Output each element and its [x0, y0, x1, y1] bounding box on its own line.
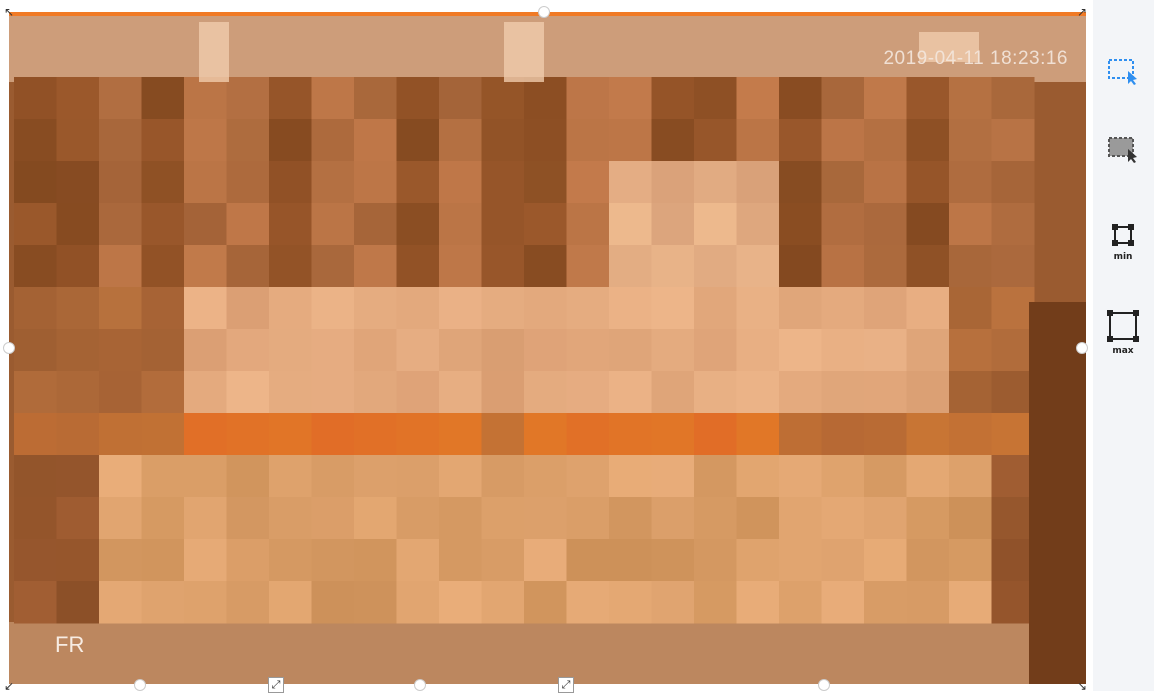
resize-handle-top[interactable]	[538, 6, 550, 18]
draw-region-button[interactable]	[1101, 46, 1145, 98]
video-preview[interactable]: 2019-04-11 18:23:16 FR	[9, 12, 1086, 684]
min-box-icon	[1110, 223, 1136, 254]
resize-handle-right[interactable]	[1076, 342, 1088, 354]
resize-handle-bottom-3[interactable]	[818, 679, 830, 691]
max-label: max	[1112, 345, 1134, 356]
resize-handle-bottom-2[interactable]	[414, 679, 426, 691]
resize-handle-left[interactable]	[3, 342, 15, 354]
clear-region-button[interactable]	[1101, 124, 1145, 176]
max-box-icon	[1106, 309, 1140, 348]
min-size-button[interactable]: min	[1101, 216, 1145, 268]
pixelated-scene	[9, 12, 1086, 684]
corner-handle-top-left[interactable]: ↖	[3, 6, 15, 18]
resize-handle-bottom-1[interactable]	[134, 679, 146, 691]
min-label: min	[1113, 251, 1133, 262]
region-toolbar: min max	[1093, 0, 1154, 691]
video-timestamp: 2019-04-11 18:23:16	[883, 48, 1068, 69]
channel-label: FR	[55, 632, 85, 657]
max-size-button[interactable]: max	[1101, 302, 1145, 362]
corner-handle-top-right[interactable]: ↗	[1076, 6, 1088, 18]
clear-area-cursor-icon	[1106, 133, 1140, 168]
select-area-cursor-icon	[1106, 55, 1140, 90]
corner-handle-bottom-left[interactable]: ↙	[3, 680, 15, 692]
corner-handle-bottom-right[interactable]: ↘	[1076, 680, 1088, 692]
